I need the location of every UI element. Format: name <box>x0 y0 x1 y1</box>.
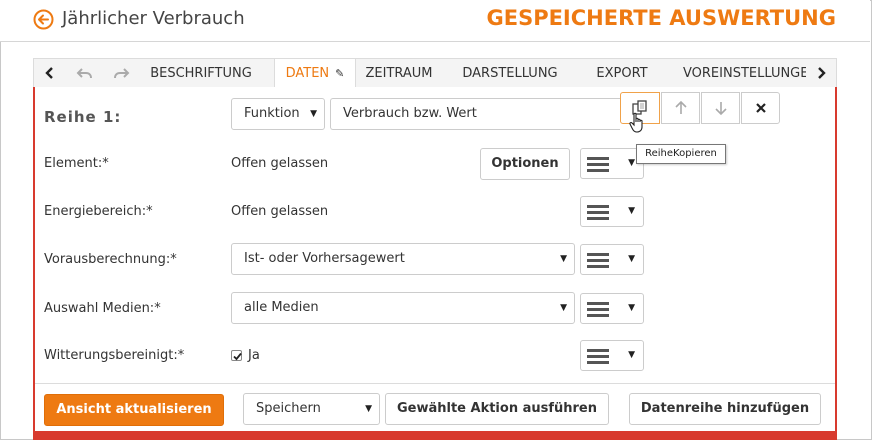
chevron-left-icon[interactable] <box>41 64 59 82</box>
vorausberechnung-select[interactable]: Ist- oder Vorhersagewert ▼ <box>231 243 575 275</box>
required-marker: * <box>177 348 185 363</box>
back-icon[interactable] <box>33 9 54 30</box>
medien-select[interactable]: alle Medien ▼ <box>231 292 575 324</box>
close-icon <box>755 103 766 113</box>
menu-icon <box>587 157 609 172</box>
move-down-button[interactable] <box>701 92 740 124</box>
element-label-text: Element: <box>44 156 103 171</box>
move-up-button[interactable] <box>661 92 700 124</box>
action-select-value: Speichern <box>256 401 321 416</box>
energiebereich-label-text: Energiebereich: <box>44 204 147 219</box>
panel-border-bottom <box>33 431 837 440</box>
caret-down-icon: ▼ <box>310 109 317 119</box>
witterung-checkbox[interactable] <box>231 350 242 361</box>
series-type-value: Funktion <box>244 106 300 121</box>
checkmark-icon <box>233 352 242 361</box>
medien-value: alle Medien <box>244 300 319 315</box>
execute-action-button[interactable]: Gewählte Aktion ausführen <box>385 393 609 425</box>
series-value-select[interactable]: Verbrauch bzw. Wert <box>330 98 620 130</box>
menu-icon <box>587 205 609 220</box>
copy-tooltip: ReiheKopieren <box>636 144 726 164</box>
tab-zeitraum[interactable]: ZEITRAUM <box>356 59 442 88</box>
required-marker: * <box>170 252 177 267</box>
options-button[interactable]: Optionen <box>480 148 570 180</box>
menu-icon <box>587 253 609 268</box>
vorausberechnung-label: Vorausberechnung:* <box>44 252 177 267</box>
series-label: Reihe 1: <box>44 108 122 126</box>
required-marker: * <box>154 301 161 316</box>
vorausberechnung-menu-dropdown[interactable]: ▼ <box>580 244 644 275</box>
arrow-down-icon <box>714 102 727 116</box>
data-panel: Reihe 1: Funktion ▼ Verbrauch bzw. Wert … <box>35 87 835 431</box>
tab-voreinstellungen[interactable]: VOREINSTELLUNGEN <box>683 59 806 88</box>
vorausberechnung-value: Ist- oder Vorhersagewert <box>244 251 405 266</box>
header: Jährlicher Verbrauch GESPEICHERTE AUSWER… <box>0 0 870 42</box>
caret-down-icon: ▼ <box>628 350 635 360</box>
energiebereich-menu-dropdown[interactable]: ▼ <box>580 196 644 227</box>
menu-icon <box>587 349 609 364</box>
add-series-button[interactable]: Datenreihe hinzufügen <box>629 393 821 425</box>
caret-down-icon: ▼ <box>365 404 372 414</box>
energiebereich-label: Energiebereich:* <box>44 204 153 219</box>
action-select[interactable]: Speichern ▼ <box>243 393 380 425</box>
caret-down-icon: ▼ <box>560 254 567 264</box>
tab-darstellung[interactable]: DARSTELLUNG <box>452 59 568 88</box>
footer-divider <box>35 383 835 384</box>
witterung-menu-dropdown[interactable]: ▼ <box>580 340 644 371</box>
witterung-checkbox-label[interactable]: Ja <box>248 348 260 363</box>
arrow-up-icon <box>674 100 687 114</box>
tab-daten[interactable]: DATEN ✎ <box>274 59 356 89</box>
medien-label-text: Auswahl Medien: <box>44 301 155 316</box>
section-title: GESPEICHERTE AUSWERTUNG <box>486 6 836 30</box>
page-title: Jährlicher Verbrauch <box>62 8 245 29</box>
medien-menu-dropdown[interactable]: ▼ <box>580 293 644 324</box>
pencil-icon: ✎ <box>335 67 345 80</box>
witterung-label: Witterungsbereinigt:* <box>44 348 184 363</box>
update-view-button[interactable]: Ansicht aktualisieren <box>44 394 224 426</box>
energiebereich-value: Offen gelassen <box>231 204 329 219</box>
menu-icon <box>587 302 609 317</box>
series-value-text: Verbrauch bzw. Wert <box>343 106 477 121</box>
delete-series-button[interactable] <box>741 92 780 124</box>
caret-down-icon: ▼ <box>628 206 635 216</box>
caret-down-icon: ▼ <box>628 158 635 168</box>
witterung-label-text: Witterungsbereinigt: <box>44 348 178 363</box>
element-value: Offen gelassen <box>231 156 329 171</box>
panel-border-right <box>835 87 837 439</box>
tab-beschriftung[interactable]: BESCHRIFTUNG <box>138 59 264 88</box>
medien-label: Auswahl Medien:* <box>44 301 161 316</box>
required-marker: * <box>146 204 153 219</box>
caret-down-icon: ▼ <box>628 303 635 313</box>
element-menu-dropdown[interactable]: ▼ <box>580 148 644 179</box>
caret-down-icon: ▼ <box>560 303 567 313</box>
tab-export[interactable]: EXPORT <box>584 59 660 88</box>
required-marker: * <box>102 156 109 171</box>
series-type-select[interactable]: Funktion ▼ <box>231 98 325 130</box>
undo-icon[interactable] <box>76 64 94 82</box>
caret-down-icon: ▼ <box>628 254 635 264</box>
tab-daten-label: DATEN <box>285 66 330 81</box>
hand-cursor-icon <box>629 112 643 133</box>
tab-bar: BESCHRIFTUNG DATEN ✎ ZEITRAUM DARSTELLUNG… <box>33 58 837 89</box>
redo-icon[interactable] <box>112 64 130 82</box>
vorausberechnung-label-text: Vorausberechnung: <box>44 252 171 267</box>
chevron-right-icon[interactable] <box>812 64 830 82</box>
element-label: Element:* <box>44 156 109 171</box>
